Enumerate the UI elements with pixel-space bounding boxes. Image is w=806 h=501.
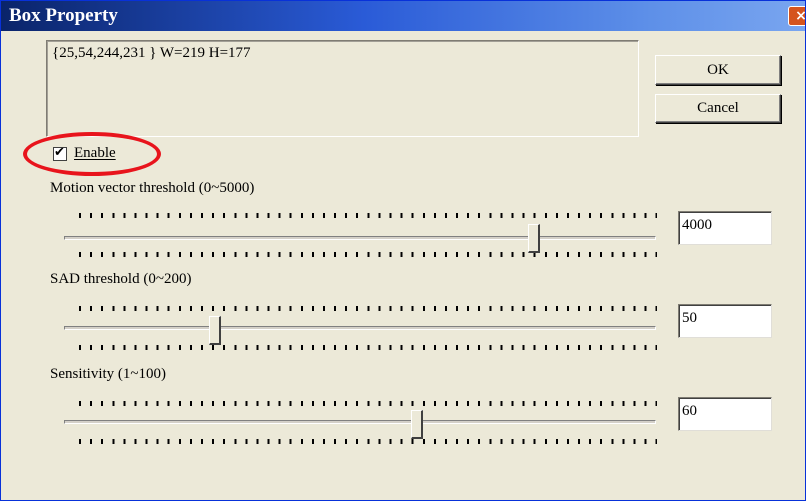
motion-vector-track[interactable] bbox=[64, 236, 656, 240]
ok-button[interactable]: OK bbox=[655, 55, 781, 85]
highlight-circle bbox=[23, 132, 161, 176]
sensitivity-thumb[interactable] bbox=[411, 410, 423, 439]
window-title: Box Property bbox=[9, 5, 118, 26]
motion-vector-ticks-bottom bbox=[79, 252, 657, 257]
motion-vector-ticks-top bbox=[79, 213, 657, 218]
sensitivity-ticks-bottom bbox=[79, 439, 657, 444]
title-bar[interactable]: Box Property × bbox=[1, 1, 806, 31]
sad-ticks-bottom bbox=[79, 345, 657, 350]
cancel-button[interactable]: Cancel bbox=[655, 94, 781, 123]
motion-vector-value-field[interactable]: 4000 bbox=[678, 211, 772, 245]
box-info-panel: {25,54,244,231 } W=219 H=177 bbox=[46, 40, 639, 137]
sad-value-field[interactable]: 50 bbox=[678, 304, 772, 338]
sad-ticks-top bbox=[79, 306, 657, 311]
sensitivity-value-field[interactable]: 60 bbox=[678, 397, 772, 431]
motion-vector-threshold-label: Motion vector threshold (0~5000) bbox=[50, 180, 255, 196]
sad-track[interactable] bbox=[64, 326, 656, 330]
box-property-dialog: Box Property × {25,54,244,231 } W=219 H=… bbox=[0, 0, 806, 501]
sensitivity-ticks-top bbox=[79, 401, 657, 406]
sensitivity-track[interactable] bbox=[64, 420, 656, 424]
box-coordinates-text: {25,54,244,231 } W=219 H=177 bbox=[52, 45, 251, 61]
close-icon: × bbox=[795, 8, 806, 24]
sad-thumb[interactable] bbox=[209, 316, 221, 345]
sensitivity-label: Sensitivity (1~100) bbox=[50, 366, 167, 382]
sad-threshold-label: SAD threshold (0~200) bbox=[50, 271, 192, 287]
close-button[interactable]: × bbox=[788, 6, 806, 26]
motion-vector-thumb[interactable] bbox=[528, 224, 540, 253]
